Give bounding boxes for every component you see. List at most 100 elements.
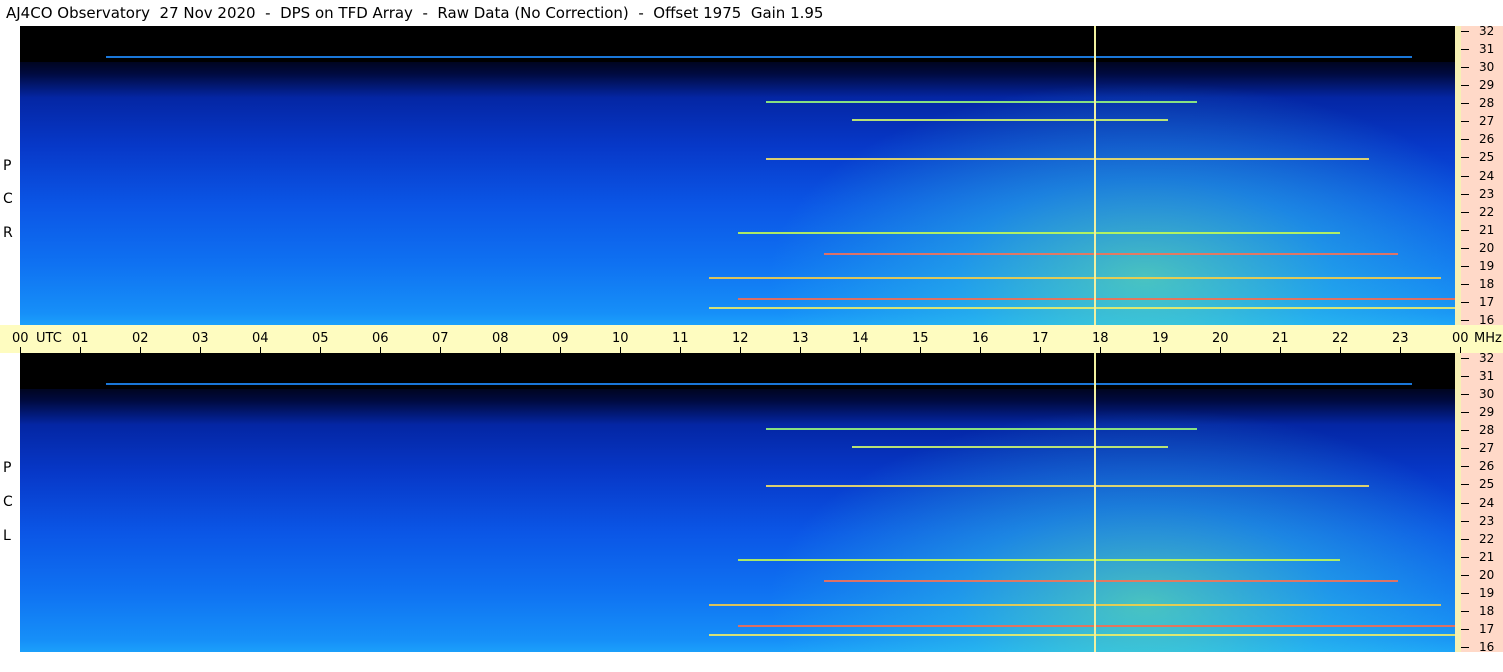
lcp-scale-label: 20 (1479, 567, 1495, 582)
lcp-scale-tick (1461, 592, 1469, 594)
rcp-scale-label: 28 (1479, 96, 1495, 111)
rcp-scale-label: 17 (1479, 294, 1495, 309)
emission-band (823, 580, 1398, 583)
lcp-scale-label: 19 (1479, 585, 1495, 600)
rcp-scale-label: 26 (1479, 132, 1495, 147)
lcp-scale-tick (1461, 647, 1469, 648)
rcp-scale-label: 31 (1479, 42, 1495, 57)
hour-label: 12 (732, 331, 749, 346)
hour-label: 00 (12, 331, 29, 346)
hour-label: 15 (912, 331, 929, 346)
emission-band (737, 232, 1341, 235)
lcp-scale-tick (1461, 448, 1469, 450)
lcp-time-marker (1094, 353, 1096, 652)
lcp-scale-label: 17 (1479, 621, 1495, 636)
lcp-frequency-scale: 32 31 30 29 28 27 26 25 24 23 22 21 20 19 18 17 16 (1455, 351, 1503, 654)
lcp-scale-tick (1461, 484, 1469, 486)
lcp-scale-tick (1461, 556, 1469, 558)
emission-band (737, 559, 1341, 562)
emission-band (708, 604, 1441, 607)
hour-label: 11 (672, 331, 689, 346)
lcp-scale-label: 31 (1479, 369, 1495, 384)
rcp-emission-region (766, 79, 1455, 325)
lcp-scale-tick (1461, 520, 1469, 522)
hour-label: 09 (552, 331, 569, 346)
lcp-scale-label: 28 (1479, 423, 1495, 438)
hour-label: 20 (1212, 331, 1229, 346)
emission-band (737, 625, 1455, 628)
rcp-scale-tick (1461, 229, 1469, 231)
lcp-scale-label: 22 (1479, 531, 1495, 546)
hour-label: 04 (252, 331, 269, 346)
hour-label: 02 (132, 331, 149, 346)
rcp-scale-tick (1461, 103, 1469, 105)
emission-band (106, 55, 1412, 58)
lcp-scale-tick (1461, 538, 1469, 540)
rcp-letter-c: C (3, 191, 13, 207)
rcp-scale-tick (1461, 157, 1469, 159)
emission-band (823, 253, 1398, 256)
emission-band (852, 445, 1168, 448)
rcp-scale-tick (1461, 193, 1469, 195)
rcp-scale-label: 23 (1479, 186, 1495, 201)
rcp-scale-label: 25 (1479, 150, 1495, 165)
utc-label: UTC (36, 331, 62, 346)
lcp-scale-tick (1461, 610, 1469, 612)
emission-band (708, 634, 1455, 637)
rcp-scale-label: 29 (1479, 78, 1495, 93)
lcp-scale-tick (1461, 376, 1469, 378)
hour-label: 19 (1152, 331, 1169, 346)
rcp-scale-tick (1461, 139, 1469, 141)
lcp-letter-c: C (3, 494, 13, 510)
rcp-scale-label: 19 (1479, 258, 1495, 273)
lcp-scale-label: 25 (1479, 477, 1495, 492)
lcp-label-column: P C L (0, 353, 20, 652)
lcp-scale-label: 26 (1479, 459, 1495, 474)
window-title: AJ4CO Observatory 27 Nov 2020 - DPS on T… (6, 4, 824, 22)
rcp-scale-tick (1461, 121, 1469, 123)
rcp-scale-tick (1461, 175, 1469, 177)
hour-label: 07 (432, 331, 449, 346)
hour-label: 21 (1272, 331, 1289, 346)
lcp-letter-l: L (3, 528, 11, 544)
emission-band (766, 100, 1197, 103)
lcp-scale-tick (1461, 466, 1469, 468)
rcp-scale-tick (1461, 67, 1469, 69)
rcp-scale-label: 30 (1479, 60, 1495, 75)
lcp-scale-tick (1461, 628, 1469, 630)
hour-label: 08 (492, 331, 509, 346)
rcp-scale-tick (1461, 247, 1469, 249)
hour-label: 05 (312, 331, 329, 346)
lcp-scale-tick (1461, 412, 1469, 414)
hour-label: 00 (1452, 331, 1469, 346)
lcp-scale-label: 30 (1479, 387, 1495, 402)
rcp-scale-label: 18 (1479, 276, 1495, 291)
lcp-scale-label: 32 (1479, 351, 1495, 365)
rcp-letter-p: P (3, 158, 12, 174)
rcp-scale-label: 27 (1479, 114, 1495, 129)
rcp-scale-tick (1461, 301, 1469, 303)
hour-label: 10 (612, 331, 629, 346)
rcp-scale-label: 21 (1479, 222, 1495, 237)
mhz-label: MHz (1474, 331, 1502, 346)
lcp-emission-region (766, 406, 1455, 652)
hour-label: 01 (72, 331, 89, 346)
rcp-scale-label: 24 (1479, 168, 1495, 183)
lcp-scale-label: 23 (1479, 513, 1495, 528)
rcp-scale-tick (1461, 283, 1469, 285)
hour-label: 14 (852, 331, 869, 346)
rcp-label-column: P C R (0, 26, 20, 325)
hour-label: 23 (1392, 331, 1409, 346)
hour-label: 03 (192, 331, 209, 346)
lcp-scale-label: 16 (1479, 640, 1495, 654)
rcp-frequency-scale: 32 31 30 29 28 27 26 25 24 23 22 21 20 19 18 17 16 (1455, 24, 1503, 326)
rcp-scale-label: 32 (1479, 24, 1495, 38)
rcp-scale-tick (1461, 320, 1469, 321)
lcp-scale-tick (1461, 394, 1469, 396)
lcp-scale-label: 27 (1479, 441, 1495, 456)
rcp-spectrogram[interactable] (20, 26, 1455, 325)
rcp-time-marker (1094, 26, 1096, 325)
hour-label: 22 (1332, 331, 1349, 346)
rcp-scale-tick (1461, 49, 1469, 51)
lcp-spectrogram[interactable] (20, 353, 1455, 652)
